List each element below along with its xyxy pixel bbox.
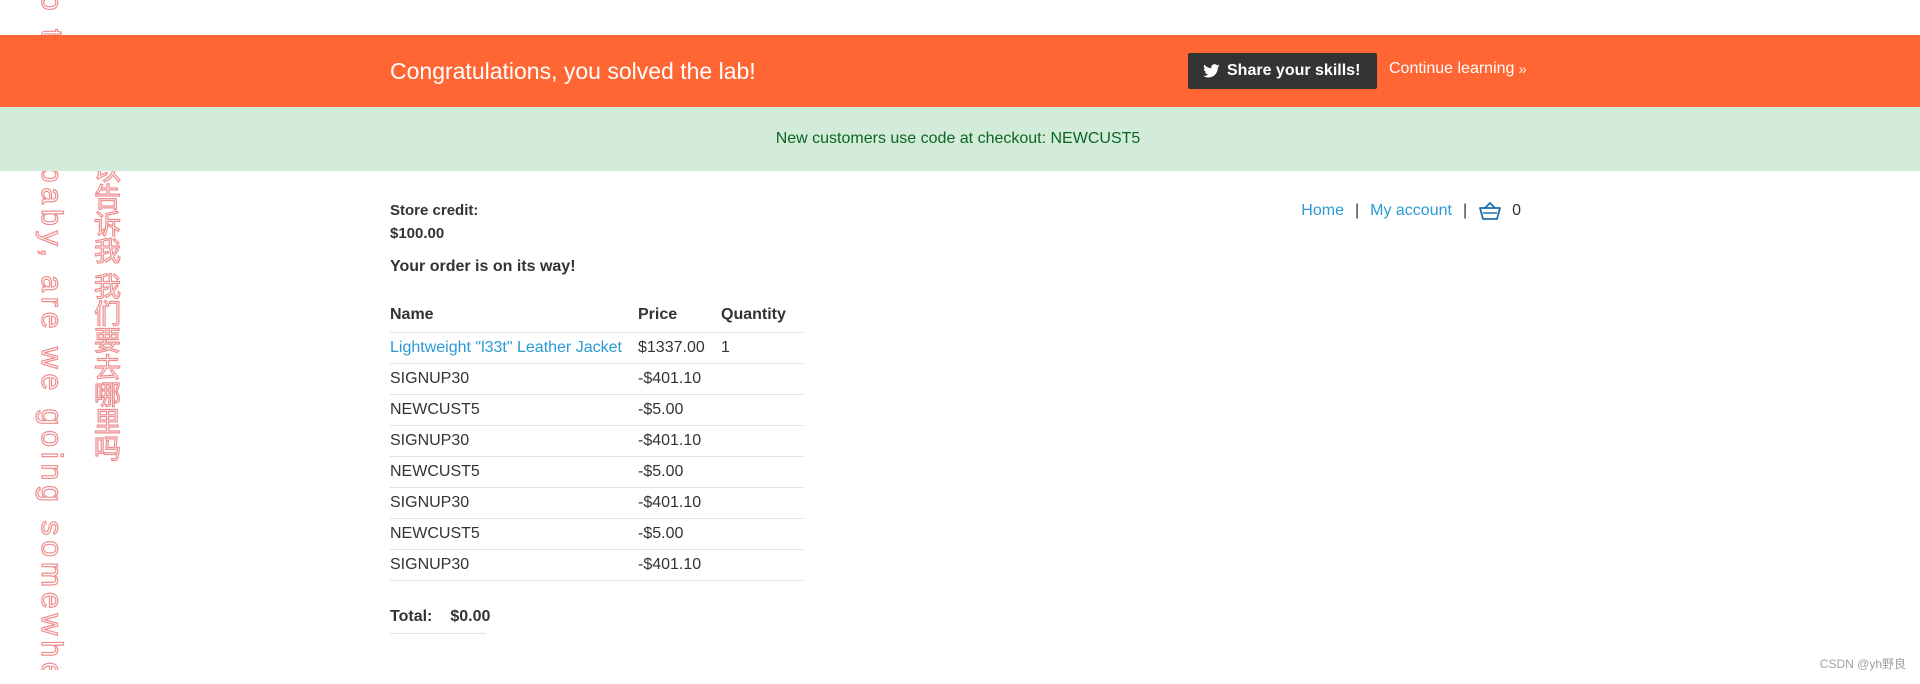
row-price: $1337.00 xyxy=(638,332,721,364)
row-quantity xyxy=(721,487,803,519)
table-header-row: Name Price Quantity xyxy=(390,298,803,333)
column-header-name: Name xyxy=(390,306,434,323)
table-row: SIGNUP30 -$401.10 xyxy=(390,425,803,457)
row-price: -$401.10 xyxy=(638,487,721,519)
column-header-price: Price xyxy=(638,306,678,323)
table-row: SIGNUP30 -$401.10 xyxy=(390,549,803,581)
table-row: Lightweight "l33t" Leather Jacket $1337.… xyxy=(390,332,803,364)
row-name: SIGNUP30 xyxy=(390,549,638,581)
row-quantity xyxy=(721,425,803,457)
page: o tell me baby, are we going somewhe 所以告… xyxy=(0,0,1920,684)
notification-bar: New customers use code at checkout: NEWC… xyxy=(0,107,1920,171)
share-skills-label: Share your skills! xyxy=(1227,62,1361,79)
table-row: NEWCUST5 -$5.00 xyxy=(390,518,803,550)
total-value: $0.00 xyxy=(450,608,491,625)
basket-icon[interactable] xyxy=(1478,201,1512,221)
lab-solved-banner: Congratulations, you solved the lab! Sha… xyxy=(0,35,1920,107)
row-price: -$401.10 xyxy=(638,363,721,395)
row-name: SIGNUP30 xyxy=(390,425,638,457)
table-row: SIGNUP30 -$401.10 xyxy=(390,487,803,519)
store-credit-value: $100.00 xyxy=(390,225,445,242)
row-quantity xyxy=(721,549,803,581)
header-nav: Home | My account | 0 xyxy=(1301,201,1521,221)
twitter-icon xyxy=(1203,64,1220,78)
row-name: SIGNUP30 xyxy=(390,487,638,519)
row-name: NEWCUST5 xyxy=(390,394,638,426)
row-price: -$401.10 xyxy=(638,425,721,457)
row-price: -$401.10 xyxy=(638,549,721,581)
row-quantity xyxy=(721,518,803,550)
row-price: -$5.00 xyxy=(638,394,721,426)
order-total: Total: $0.00 xyxy=(390,608,490,634)
my-account-link[interactable]: My account xyxy=(1370,202,1452,220)
nav-separator: | xyxy=(1354,202,1360,219)
column-header-quantity: Quantity xyxy=(721,306,786,323)
table-row: SIGNUP30 -$401.10 xyxy=(390,363,803,395)
row-quantity xyxy=(721,394,803,426)
order-status-message: Your order is on its way! xyxy=(390,258,576,275)
row-price: -$5.00 xyxy=(638,456,721,488)
continue-learning-label: Continue learning xyxy=(1389,60,1515,77)
order-table: Name Price Quantity Lightweight "l33t" L… xyxy=(390,298,803,581)
table-row: NEWCUST5 -$5.00 xyxy=(390,394,803,426)
total-label: Total: xyxy=(390,608,433,625)
watermark: CSDN @yh野良 xyxy=(1819,657,1906,671)
table-row: NEWCUST5 -$5.00 xyxy=(390,456,803,488)
share-skills-button[interactable]: Share your skills! xyxy=(1188,53,1378,89)
decorative-vertical-text-chinese: 所以告诉我 我们要去哪里吗 xyxy=(88,128,120,462)
row-price: -$5.00 xyxy=(638,518,721,550)
home-link[interactable]: Home xyxy=(1301,202,1344,220)
row-name: SIGNUP30 xyxy=(390,363,638,395)
row-quantity: 1 xyxy=(721,332,803,364)
store-credit-label: Store credit: xyxy=(390,202,479,219)
cart-count: 0 xyxy=(1512,202,1521,219)
row-name: NEWCUST5 xyxy=(390,518,638,550)
product-link[interactable]: Lightweight "l33t" Leather Jacket xyxy=(390,339,622,356)
lab-solved-title: Congratulations, you solved the lab! xyxy=(390,58,756,84)
double-chevron-right-icon: » xyxy=(1518,60,1526,78)
notification-text: New customers use code at checkout: NEWC… xyxy=(775,130,1141,147)
nav-separator: | xyxy=(1462,202,1468,219)
continue-learning-link[interactable]: Continue learning » xyxy=(1389,60,1527,78)
row-name: NEWCUST5 xyxy=(390,456,638,488)
row-quantity xyxy=(721,456,803,488)
row-quantity xyxy=(721,363,803,395)
